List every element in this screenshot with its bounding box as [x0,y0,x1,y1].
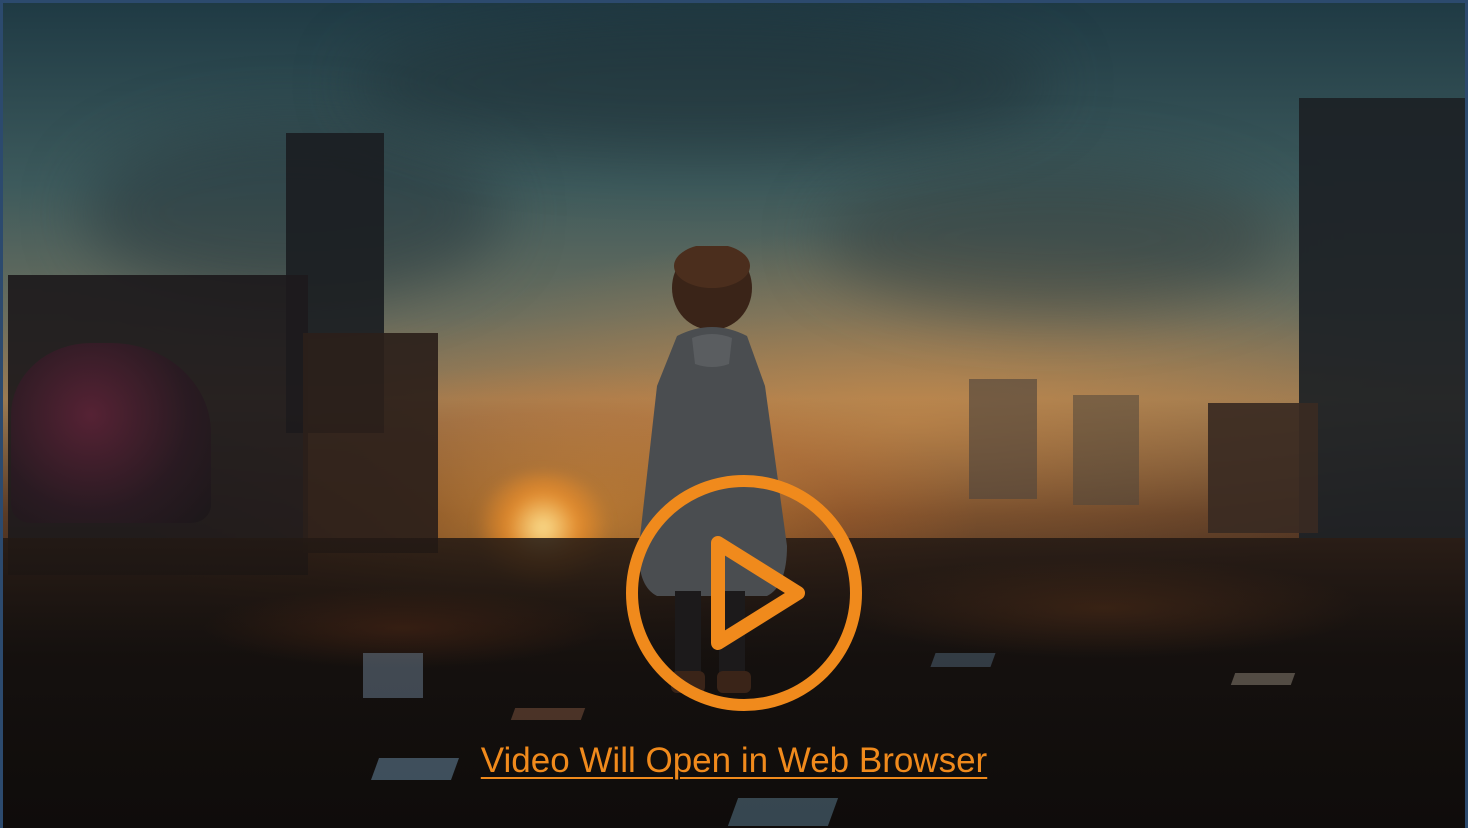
debris-piece [930,653,996,667]
ruined-tower-right [1299,98,1465,538]
ruined-wall-left [303,333,438,553]
video-thumbnail[interactable]: Video Will Open in Web Browser [0,0,1468,828]
ruined-building-distant [969,379,1037,499]
ruined-building-right [1208,403,1318,533]
debris-piece [363,653,423,698]
rubble-pile-colorful [11,343,211,523]
smoke-cloud [823,163,1283,313]
debris-piece [510,708,586,720]
open-in-browser-link[interactable]: Video Will Open in Web Browser [3,741,1465,781]
smoke-cloud [353,13,1053,153]
debris-piece [727,798,839,826]
play-circle-icon[interactable] [622,471,866,715]
debris-piece [1230,673,1296,685]
ruined-building-distant [1073,395,1139,505]
